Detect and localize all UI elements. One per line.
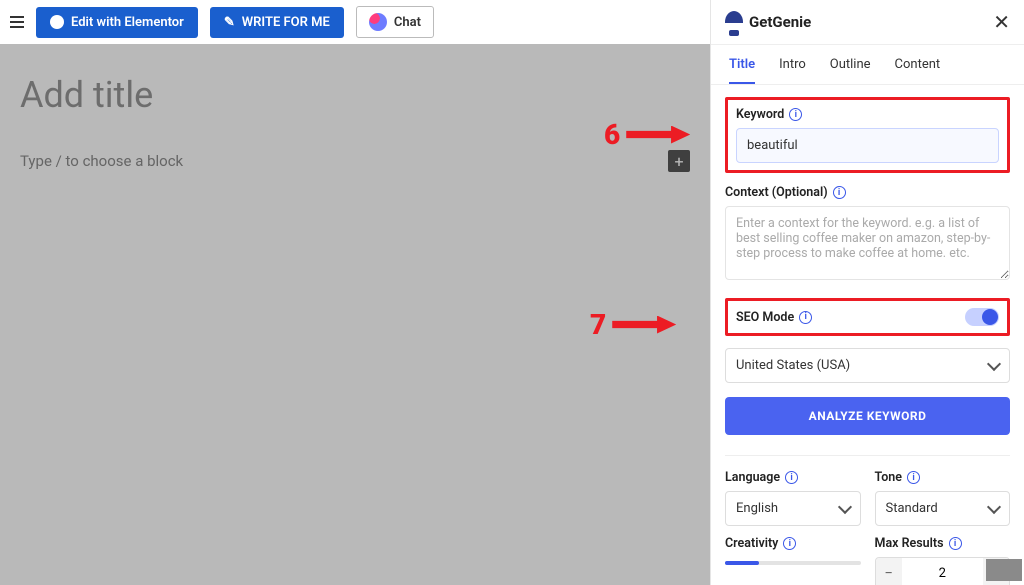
keyword-label: Keyword i [736, 107, 999, 122]
context-input[interactable] [725, 206, 1010, 280]
bottom-right-handle [986, 559, 1022, 581]
chevron-down-icon [987, 499, 1001, 513]
language-select[interactable]: English [725, 491, 861, 526]
chat-label: Chat [394, 15, 421, 30]
chevron-down-icon [987, 356, 1001, 370]
tab-outline[interactable]: Outline [830, 57, 871, 84]
panel-header: GetGenie ✕ [711, 0, 1024, 45]
panel-tabs: Title Intro Outline Content [711, 45, 1024, 85]
divider [725, 455, 1010, 456]
seo-highlight-box: SEO Mode i [725, 298, 1010, 336]
info-icon[interactable]: i [907, 471, 920, 484]
info-icon[interactable]: i [783, 537, 796, 550]
tab-title[interactable]: Title [729, 57, 755, 84]
tab-content[interactable]: Content [895, 57, 941, 84]
tone-label: Tone i [875, 470, 1011, 485]
seo-mode-label: SEO Mode i [736, 310, 812, 325]
arrow-icon [612, 316, 676, 334]
pen-icon: ✎ [224, 15, 235, 30]
keyword-highlight-box: Keyword i [725, 97, 1010, 173]
creativity-slider[interactable] [725, 561, 861, 565]
language-label: Language i [725, 470, 861, 485]
chat-button[interactable]: Chat [356, 6, 434, 38]
getgenie-panel: GetGenie ✕ Title Intro Outline Content K… [710, 0, 1024, 585]
info-icon[interactable]: i [789, 108, 802, 121]
country-value: United States (USA) [736, 358, 850, 373]
info-icon[interactable]: i [799, 311, 812, 324]
stepper-minus[interactable]: − [876, 558, 902, 585]
callout-6: 6 [604, 118, 690, 151]
write-for-me-label: WRITE FOR ME [242, 15, 330, 30]
write-for-me-button[interactable]: ✎ WRITE FOR ME [210, 7, 344, 38]
info-icon[interactable]: i [949, 537, 962, 550]
keyword-input[interactable] [736, 128, 999, 163]
edit-elementor-label: Edit with Elementor [71, 15, 184, 30]
body-placeholder[interactable]: Type / to choose a block [20, 152, 668, 170]
context-label: Context (Optional) i [725, 185, 1010, 200]
genie-lamp-icon [725, 11, 743, 33]
tab-intro[interactable]: Intro [779, 57, 806, 84]
language-value: English [736, 501, 778, 516]
post-title-input[interactable] [20, 74, 690, 116]
elementor-icon [50, 15, 64, 29]
menu-icon[interactable] [10, 16, 24, 28]
brand-text: GetGenie [749, 13, 811, 31]
max-results-label: Max Results i [875, 536, 1011, 551]
callout-7-number: 7 [590, 308, 606, 341]
arrow-icon [626, 126, 690, 144]
chevron-down-icon [837, 499, 851, 513]
seo-mode-toggle[interactable] [965, 308, 999, 326]
add-block-button[interactable]: + [668, 150, 690, 172]
country-select[interactable]: United States (USA) [725, 348, 1010, 383]
info-icon[interactable]: i [833, 186, 846, 199]
callout-7: 7 [590, 308, 676, 341]
analyze-keyword-button[interactable]: ANALYZE KEYWORD [725, 397, 1010, 435]
tone-value: Standard [886, 501, 938, 516]
brand: GetGenie [725, 11, 811, 33]
chat-icon [369, 13, 387, 31]
edit-elementor-button[interactable]: Edit with Elementor [36, 7, 198, 38]
info-icon[interactable]: i [785, 471, 798, 484]
callout-6-number: 6 [604, 118, 620, 151]
creativity-label: Creativity i [725, 536, 861, 551]
tone-select[interactable]: Standard [875, 491, 1011, 526]
close-button[interactable]: ✕ [993, 10, 1010, 34]
stepper-value: 2 [902, 566, 984, 581]
panel-form: Keyword i Context (Optional) i SEO Mode … [711, 85, 1024, 585]
